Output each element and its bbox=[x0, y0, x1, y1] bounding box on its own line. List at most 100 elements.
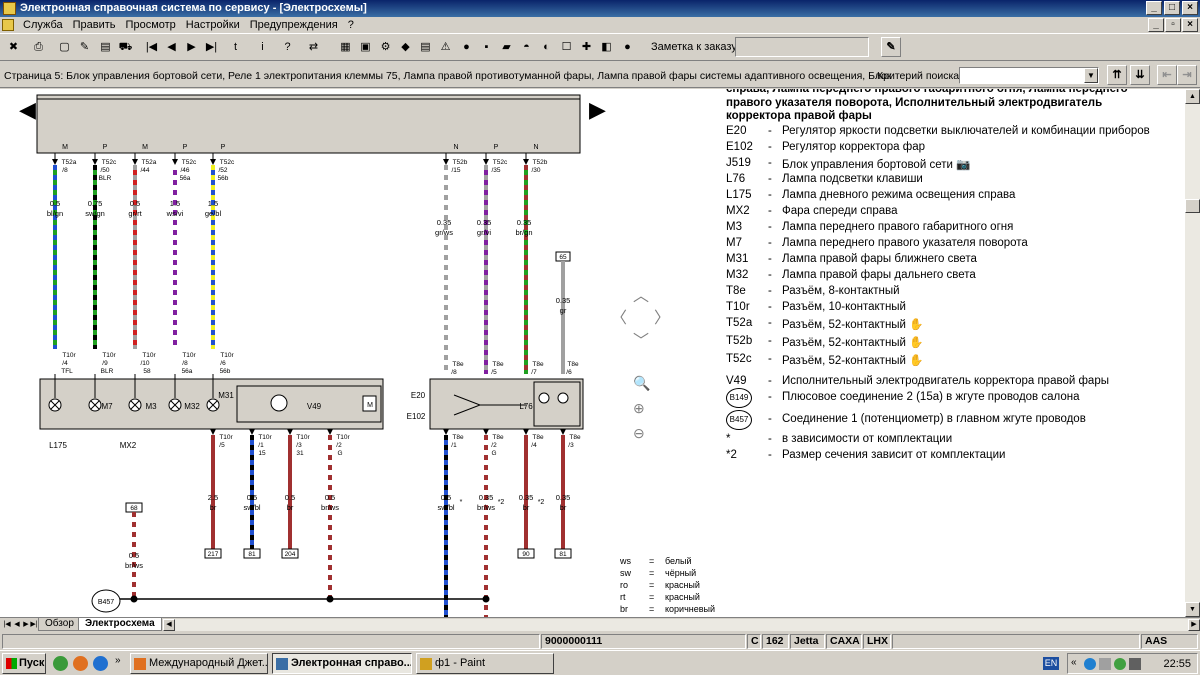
toolbar-text-icon[interactable]: t bbox=[227, 37, 244, 57]
start-button[interactable]: Пуск bbox=[2, 653, 46, 674]
toolbar-diag2-icon[interactable]: ▣ bbox=[357, 37, 374, 57]
pan-down-icon[interactable]: ﹀ bbox=[633, 327, 649, 351]
connector-pin: /2 bbox=[491, 442, 497, 449]
toolbar-tool-icon[interactable]: ⚙ bbox=[377, 37, 394, 57]
toolbar-prev-icon[interactable]: ◀ bbox=[163, 37, 180, 57]
toolbar-new-icon[interactable]: ▢ bbox=[56, 37, 73, 57]
tray-expand-icon[interactable]: « bbox=[1071, 657, 1077, 668]
menu-settings[interactable]: Настройки bbox=[181, 19, 245, 31]
scroll-down-icon[interactable]: ▼ bbox=[1185, 602, 1200, 617]
pan-left-icon[interactable]: 〈 bbox=[611, 304, 627, 328]
close-button[interactable]: × bbox=[1182, 1, 1198, 15]
chevron-down-icon[interactable]: ▼ bbox=[1084, 68, 1098, 83]
doc-restore-button[interactable]: ▫ bbox=[1165, 18, 1181, 32]
note-edit-button[interactable]: ✎ bbox=[881, 37, 901, 57]
toolbar-edit-icon[interactable]: ✎ bbox=[76, 37, 93, 57]
prev-diagram-icon[interactable]: ◀ bbox=[19, 97, 36, 123]
next-page-button[interactable]: ⇥ bbox=[1177, 65, 1197, 85]
toolbar-next-icon[interactable]: ▶ bbox=[183, 37, 200, 57]
minimize-button[interactable]: _ bbox=[1146, 1, 1162, 15]
toolbar-panel-icon[interactable]: ◧ bbox=[598, 37, 615, 57]
search-down-button[interactable]: ⇊ bbox=[1130, 65, 1150, 85]
doc-close-button[interactable]: × bbox=[1182, 18, 1198, 32]
browser-icon[interactable] bbox=[93, 656, 108, 671]
toolbar-swap-icon[interactable]: ⇄ bbox=[305, 37, 322, 57]
legend-header-line: правого указателя поворота, Исполнительн… bbox=[726, 96, 1103, 109]
first-sheet-icon[interactable]: |◀ bbox=[2, 619, 12, 630]
scroll-right-icon[interactable]: ▶ bbox=[1188, 619, 1200, 631]
toolbar-help-icon[interactable]: ? bbox=[279, 37, 296, 57]
toolbar-exit-icon[interactable]: ✖ bbox=[5, 37, 22, 57]
utorrent-icon[interactable] bbox=[53, 656, 68, 671]
wire-end-number: 90 bbox=[522, 551, 530, 558]
note-field[interactable] bbox=[735, 37, 869, 57]
toolbar-last-icon[interactable]: ▶| bbox=[203, 37, 220, 57]
tab-overview[interactable]: Обзор bbox=[38, 618, 81, 631]
connector-view-icon[interactable]: ✋ bbox=[906, 355, 923, 367]
task-browser[interactable]: Международный Джет... bbox=[130, 653, 268, 674]
more-icon[interactable]: » bbox=[115, 655, 121, 666]
toolbar-doc-icon[interactable]: ▤ bbox=[97, 37, 114, 57]
pin-label: N bbox=[453, 144, 458, 151]
connector-label: T52c bbox=[220, 159, 235, 166]
connector-label: T8e bbox=[567, 361, 579, 368]
search-up-button[interactable]: ⇈ bbox=[1107, 65, 1127, 85]
toolbar-first-icon[interactable]: |◀ bbox=[143, 37, 160, 57]
horizontal-scrollbar[interactable]: ◀ ▶ bbox=[163, 619, 1200, 631]
antivirus-icon[interactable] bbox=[1114, 658, 1126, 670]
toolbar-warning-icon[interactable]: ⚠ bbox=[437, 37, 454, 57]
toolbar-diag1-icon[interactable]: ▦ bbox=[337, 37, 354, 57]
language-indicator[interactable]: EN bbox=[1043, 657, 1059, 670]
menu-help[interactable]: ? bbox=[343, 19, 359, 31]
toolbar-save-icon[interactable]: ▪ bbox=[478, 37, 495, 57]
toolbar-sphere-icon[interactable]: ● bbox=[619, 37, 636, 57]
toolbar-add-icon[interactable]: ✚ bbox=[578, 37, 595, 57]
wire-color: br bbox=[560, 503, 567, 512]
connector-view-icon[interactable]: ✋ bbox=[906, 319, 923, 331]
task-paint[interactable]: ф1 - Paint bbox=[416, 653, 554, 674]
toolbar-list-icon[interactable]: ▤ bbox=[417, 37, 434, 57]
volume-icon[interactable] bbox=[1099, 658, 1111, 670]
toolbar-pen-icon[interactable]: ▰ bbox=[498, 37, 515, 57]
zoom-in-icon[interactable]: ⊕ bbox=[633, 400, 645, 417]
toolbar-print-icon[interactable]: ⎙ bbox=[30, 37, 47, 57]
device-icon[interactable] bbox=[1129, 658, 1141, 670]
junction-dot bbox=[326, 595, 334, 603]
toolbar-motor-icon[interactable]: ◓ bbox=[518, 37, 535, 57]
pan-right-icon[interactable]: 〉 bbox=[654, 304, 670, 328]
toolbar-check-icon[interactable]: ☐ bbox=[558, 37, 575, 57]
camera-icon[interactable]: 📷 bbox=[953, 159, 970, 171]
firefox-icon[interactable] bbox=[73, 656, 88, 671]
connector-view-icon[interactable]: ✋ bbox=[906, 337, 923, 349]
scroll-thumb[interactable] bbox=[1185, 199, 1200, 213]
toolbar-car-icon[interactable]: ⛟ bbox=[117, 37, 134, 57]
prev-page-button[interactable]: ⇤ bbox=[1157, 65, 1177, 85]
menu-service[interactable]: Служба bbox=[18, 19, 68, 31]
task-elsa[interactable]: Электронная справо... bbox=[272, 653, 412, 674]
status-engine: CAXA bbox=[826, 634, 862, 649]
menu-view[interactable]: Просмотр bbox=[121, 19, 181, 31]
menu-warnings[interactable]: Предупреждения bbox=[245, 19, 343, 31]
zoom-icon[interactable]: 🔍 bbox=[633, 375, 650, 392]
connector-pin: /44 bbox=[140, 167, 149, 174]
toolbar-globe-icon[interactable]: ● bbox=[458, 37, 475, 57]
next-diagram-icon[interactable]: ▶ bbox=[589, 97, 606, 123]
zoom-out-icon[interactable]: ⊖ bbox=[633, 425, 645, 442]
document-icon[interactable] bbox=[2, 19, 14, 31]
search-criterion-select[interactable]: ▼ bbox=[959, 67, 1099, 84]
doc-minimize-button[interactable]: _ bbox=[1148, 18, 1164, 32]
tab-wiring-diagram[interactable]: Электросхема bbox=[78, 618, 162, 631]
network-icon[interactable] bbox=[1084, 658, 1096, 670]
vertical-scrollbar[interactable]: ▲ ▼ bbox=[1185, 89, 1200, 617]
toolbar-info-icon[interactable]: i bbox=[254, 37, 271, 57]
menu-edit[interactable]: Править bbox=[68, 19, 121, 31]
maximize-button[interactable]: □ bbox=[1164, 1, 1180, 15]
scroll-left-icon[interactable]: ◀ bbox=[163, 619, 175, 631]
pan-up-icon[interactable]: ︿ bbox=[633, 282, 649, 306]
toolbar-chart-icon[interactable]: ◐ bbox=[538, 37, 555, 57]
scroll-up-icon[interactable]: ▲ bbox=[1185, 89, 1200, 104]
connector-pin: /30 bbox=[531, 167, 540, 174]
connector-extra: 31 bbox=[296, 450, 304, 457]
toolbar-gem-icon[interactable]: ◆ bbox=[397, 37, 414, 57]
connector-arrow bbox=[210, 429, 216, 435]
